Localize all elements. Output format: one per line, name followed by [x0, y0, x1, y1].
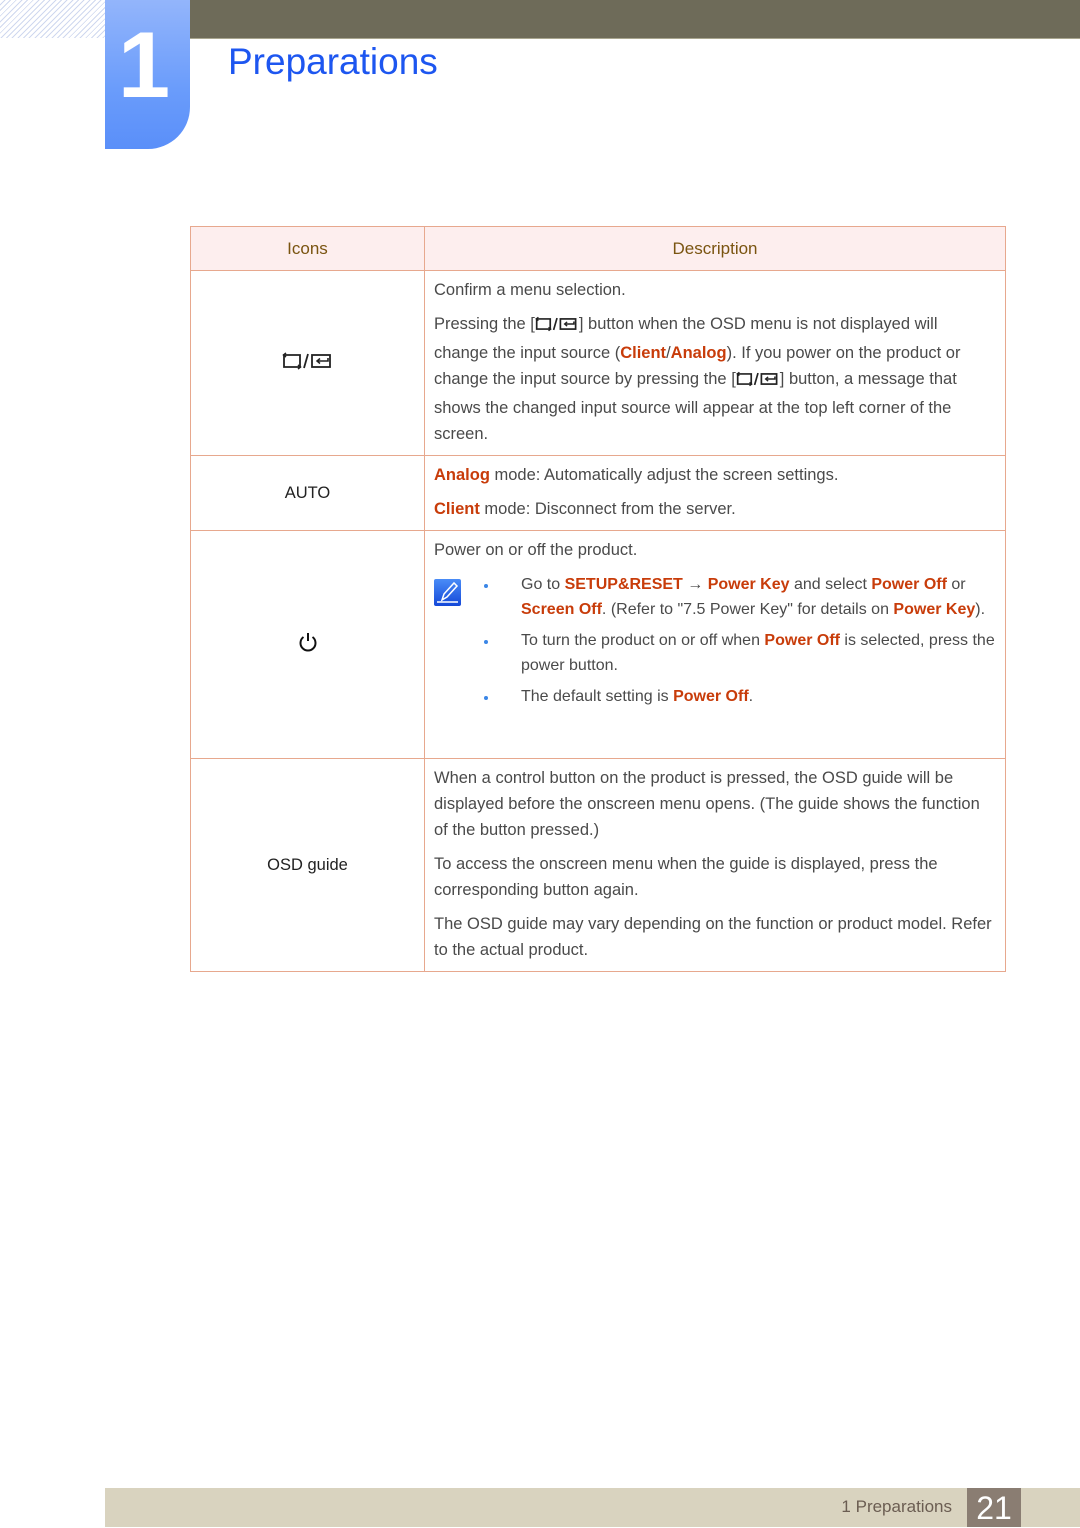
note-pencil-icon	[434, 579, 461, 606]
highlight-power-key: Power Key	[893, 600, 976, 618]
column-header-description: Description	[424, 226, 1006, 271]
text-segment: or	[946, 576, 966, 593]
description-text: The OSD guide may vary depending on the …	[434, 915, 992, 959]
footer-section-label: 1 Preparations	[841, 1497, 952, 1516]
text-segment: To turn the product on or off when	[521, 632, 765, 649]
text-segment: mode: Disconnect from the server.	[479, 500, 736, 518]
description-cell: Power on or off the product. Go to SETUP…	[424, 530, 1006, 759]
icon-cell	[190, 530, 425, 759]
header-hatch-decoration	[0, 0, 105, 38]
description-text: Confirm a menu selection.	[434, 281, 626, 299]
highlight-setup-reset: SETUP&RESET	[564, 576, 683, 593]
page-number: 21	[967, 1488, 1021, 1527]
description-cell: Analog mode: Automatically adjust the sc…	[424, 455, 1006, 531]
table-row: Power on or off the product. Go to SETUP…	[190, 530, 1006, 759]
page-title: Preparations	[228, 41, 438, 82]
header-bar	[190, 0, 1080, 39]
text-segment: and select	[789, 576, 872, 593]
highlight-power-off: Power Off	[871, 576, 947, 593]
description-text: Power on or off the product.	[434, 541, 638, 559]
highlight-analog: Analog	[434, 466, 490, 484]
highlight-analog: Analog	[670, 344, 727, 362]
chapter-number: 1	[117, 12, 171, 117]
text-segment: mode: Automatically adjust the screen se…	[489, 466, 839, 484]
highlight-client: Client	[434, 500, 480, 518]
description-cell: Confirm a menu selection. Pressing the […	[424, 270, 1006, 456]
list-item: The default setting is Power Off.	[481, 685, 995, 710]
text-segment: . (Refer to "7.5 Power Key" for details …	[601, 600, 894, 618]
description-cell: When a control button on the product is …	[424, 758, 1006, 972]
table-row: Confirm a menu selection. Pressing the […	[190, 270, 1006, 456]
source-enter-icon	[535, 314, 579, 340]
description-text: Client mode: Disconnect from the server.	[434, 496, 995, 522]
auto-label: AUTO	[190, 455, 425, 531]
note-bullet-list: Go to SETUP&RESET → Power Key and select…	[481, 573, 995, 717]
note-block: Go to SETUP&RESET → Power Key and select…	[434, 573, 995, 717]
list-item: To turn the product on or off when Power…	[481, 629, 995, 678]
highlight-power-off: Power Off	[673, 688, 749, 705]
icons-table: Icons Description Confirm a menu selecti…	[190, 226, 1006, 972]
source-enter-icon	[735, 369, 780, 395]
table-header-row: Icons Description	[190, 226, 1006, 271]
highlight-client: Client	[620, 344, 667, 362]
text-segment: .	[748, 688, 754, 705]
source-enter-icon	[281, 351, 334, 374]
description-text: Analog mode: Automatically adjust the sc…	[434, 462, 995, 488]
column-header-icons: Icons	[190, 226, 425, 271]
text-segment: The default setting is	[521, 688, 674, 705]
highlight-power-key: Power Key	[707, 576, 790, 593]
description-text: Pressing the [] button when the OSD menu…	[434, 311, 995, 447]
power-icon	[297, 633, 319, 657]
list-item: Go to SETUP&RESET → Power Key and select…	[481, 573, 995, 622]
chapter-tab: 1	[105, 0, 190, 149]
icon-cell	[190, 270, 425, 456]
highlight-screen-off: Screen Off	[521, 600, 602, 618]
arrow-right-icon: →	[682, 576, 708, 593]
description-text: To access the onscreen menu when the gui…	[434, 855, 938, 899]
text-segment: Pressing the [	[434, 315, 535, 333]
text-segment: ).	[975, 600, 986, 618]
description-text: When a control button on the product is …	[434, 769, 980, 839]
osd-guide-label: OSD guide	[190, 758, 425, 972]
footer-bar: 1 Preparations 21	[105, 1488, 1080, 1527]
table-row: AUTO Analog mode: Automatically adjust t…	[190, 455, 1006, 531]
table-row: OSD guide When a control button on the p…	[190, 758, 1006, 972]
highlight-power-off: Power Off	[764, 632, 840, 649]
text-segment: Go to	[521, 576, 565, 593]
